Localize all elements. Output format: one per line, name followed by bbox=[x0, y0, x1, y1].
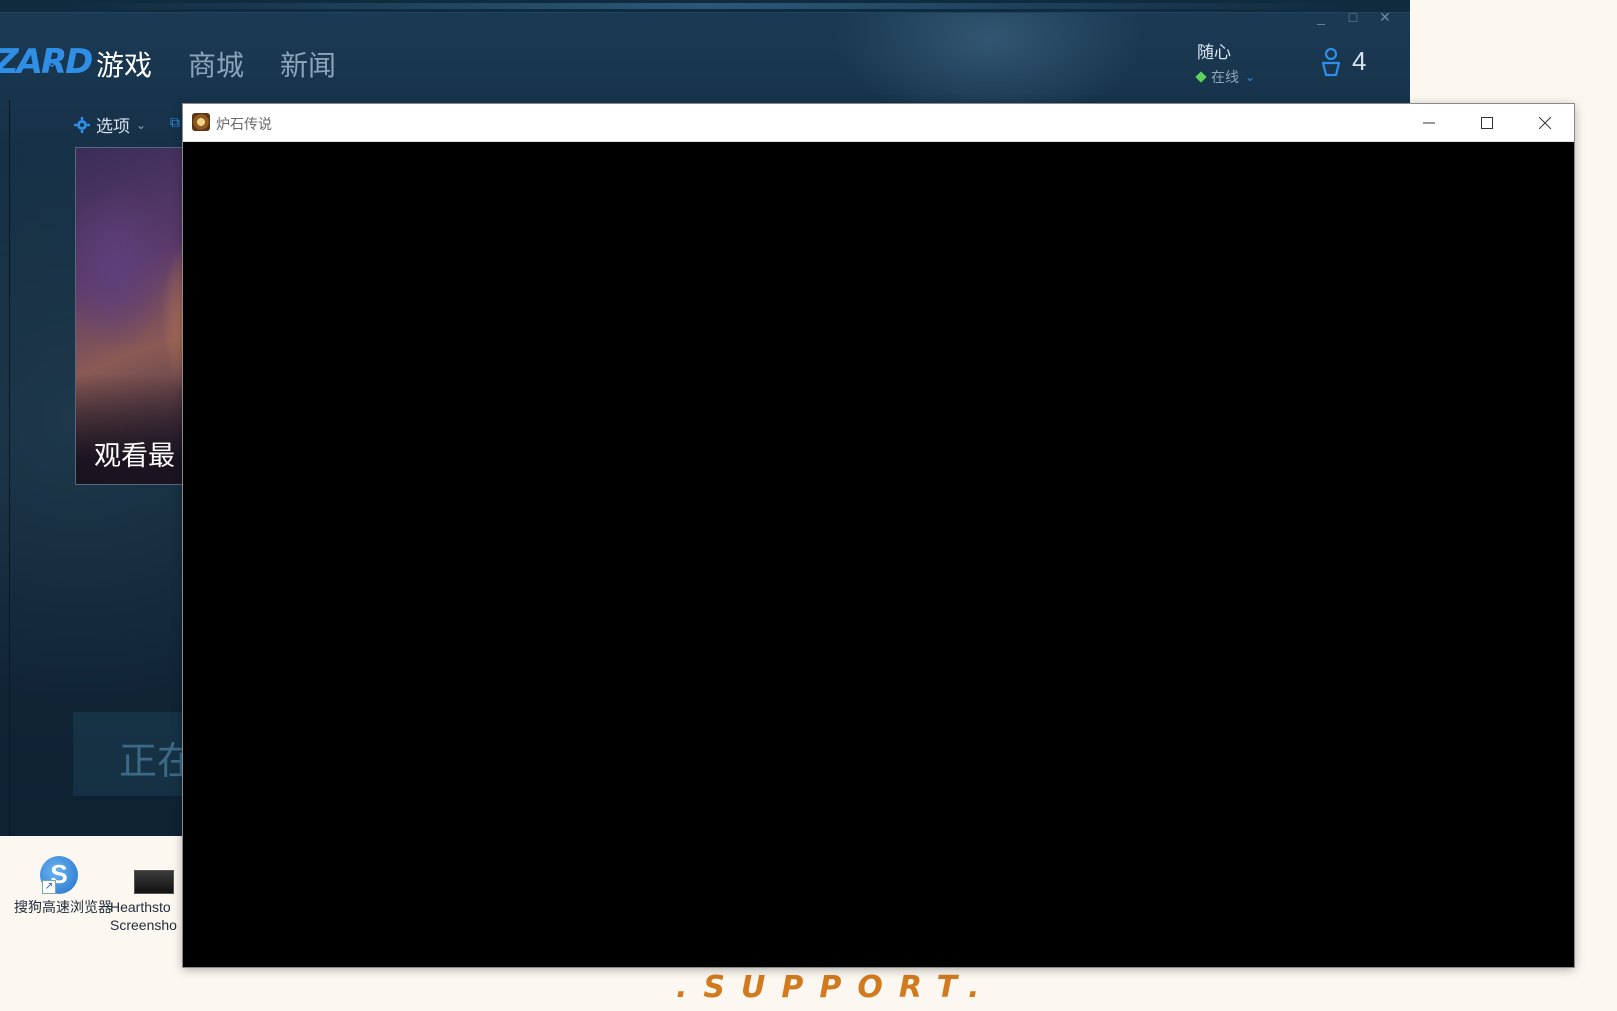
desktop-icon-label: Hearthsto Screensho bbox=[110, 899, 177, 933]
window-controls bbox=[1400, 104, 1574, 141]
sogou-browser-icon: S ↗ bbox=[40, 856, 78, 894]
close-icon bbox=[1539, 116, 1551, 129]
launcher-minimize-icon[interactable]: _ bbox=[1314, 10, 1328, 24]
launcher-close-icon[interactable]: ✕ bbox=[1378, 10, 1392, 24]
sidebar-divider bbox=[9, 100, 10, 836]
online-status-icon bbox=[1195, 71, 1207, 83]
options-label: 选项 bbox=[96, 117, 130, 136]
maximize-button[interactable] bbox=[1458, 104, 1516, 141]
user-profile[interactable]: 随心 在线 ⌄ bbox=[1195, 38, 1256, 87]
launcher-nav: 游戏 商城 新闻 bbox=[96, 44, 336, 84]
launcher-top-frame bbox=[0, 0, 1410, 13]
user-status-label: 在线 bbox=[1211, 69, 1239, 85]
screenshot-thumbnail-icon bbox=[134, 870, 174, 894]
logo-chevron-down-icon[interactable]: ⌄ bbox=[46, 54, 58, 71]
minimize-button[interactable] bbox=[1400, 104, 1458, 141]
close-button[interactable] bbox=[1516, 104, 1574, 141]
window-title: 炉石传说 bbox=[216, 116, 272, 132]
launcher-window-controls: _ □ ✕ bbox=[1314, 10, 1392, 24]
minimize-icon bbox=[1423, 122, 1435, 123]
promo-title: 观看最 bbox=[94, 441, 175, 471]
options-chevron-down-icon: ⌄ bbox=[136, 117, 147, 132]
friends-icon bbox=[1321, 47, 1341, 76]
launcher-maximize-icon[interactable]: □ bbox=[1346, 10, 1360, 24]
nav-tab-news[interactable]: 新闻 bbox=[280, 44, 336, 84]
game-client-area[interactable] bbox=[183, 142, 1574, 967]
user-name: 随心 bbox=[1197, 43, 1231, 62]
external-link-icon[interactable]: ⧉ bbox=[170, 114, 180, 131]
friends-button[interactable]: 4 bbox=[1320, 46, 1366, 77]
status-chevron-down-icon: ⌄ bbox=[1245, 70, 1256, 84]
nav-tab-games[interactable]: 游戏 bbox=[96, 44, 152, 84]
maximize-icon bbox=[1481, 116, 1493, 129]
promo-card[interactable]: 观看最 bbox=[75, 147, 197, 485]
support-text: .SUPPORT. bbox=[676, 970, 996, 1005]
hearthstone-window[interactable]: 炉石传说 bbox=[183, 104, 1574, 967]
hearthstone-icon bbox=[192, 113, 210, 131]
game-titlebar[interactable]: 炉石传说 bbox=[183, 104, 1574, 142]
friends-count: 4 bbox=[1352, 46, 1367, 76]
gear-icon bbox=[74, 116, 90, 133]
options-menu[interactable]: 选项 ⌄ ⧉ bbox=[74, 112, 180, 137]
desktop-icon-label: 搜狗高速浏览器 bbox=[14, 899, 112, 915]
user-status[interactable]: 在线 ⌄ bbox=[1195, 67, 1256, 87]
nav-tab-shop[interactable]: 商城 bbox=[188, 44, 244, 84]
